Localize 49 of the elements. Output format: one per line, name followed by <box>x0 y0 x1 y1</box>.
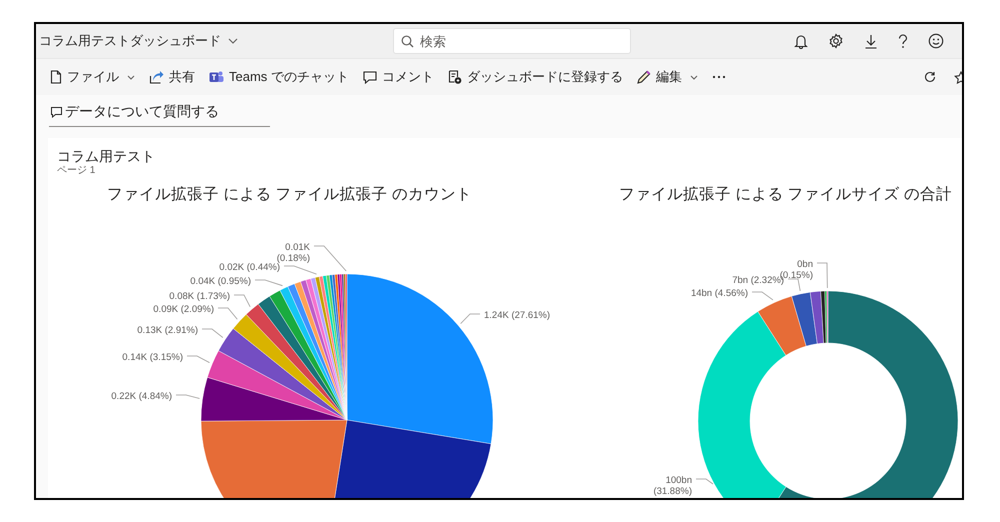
leader-line <box>234 294 251 307</box>
toolbar-button[interactable]: 共有 <box>143 67 201 87</box>
leader-line <box>254 279 283 286</box>
comment-icon <box>50 106 63 118</box>
dashboard-name[interactable]: コラム用テストダッシュボード <box>39 31 221 51</box>
pin-icon <box>448 70 462 84</box>
leader-line <box>176 394 200 399</box>
search-field[interactable]: 検索 <box>393 28 631 54</box>
toolbar-button[interactable]: コメント <box>356 67 440 87</box>
pencil-icon <box>636 70 651 84</box>
data-label: 0.04K (0.95%) <box>190 276 251 287</box>
data-label: 0.01K (0.18%) <box>276 242 310 264</box>
chart-title: ファイル拡張子 による ファイル拡張子 のカウント <box>106 184 473 205</box>
leader-line <box>218 307 238 320</box>
data-label: 0.02K (0.44%) <box>219 262 280 273</box>
question-field[interactable]: データについて質問する <box>49 101 270 127</box>
page-label: ページ 1 <box>57 164 96 176</box>
bell-icon[interactable] <box>794 34 808 48</box>
data-label: 0.14K (3.15%) <box>122 352 183 363</box>
data-label: 0.09K (2.09%) <box>153 304 214 315</box>
leader-line <box>696 478 714 484</box>
chevron-down-icon[interactable] <box>228 38 238 44</box>
leader-line <box>752 291 774 300</box>
report-title: コラム用テスト <box>57 148 156 165</box>
data-label: 1.24K (27.61%) <box>484 310 550 321</box>
leader-line <box>816 262 828 288</box>
data-label: 14bn (4.56%) <box>690 288 748 299</box>
team-icon <box>209 70 224 84</box>
chart-title: ファイル拡張子 による ファイルサイズ の合計 <box>618 184 953 205</box>
help-icon[interactable] <box>898 34 908 48</box>
comment-icon <box>362 70 377 84</box>
file-icon <box>50 70 62 84</box>
share-icon <box>149 70 164 84</box>
toolbar-button[interactable]: 編集 <box>630 67 704 87</box>
toolbar-button[interactable]: ダッシュボードに登録する <box>442 67 629 87</box>
data-label: 0.13K (2.91%) <box>137 324 198 336</box>
toolbar-button[interactable]: Teams でのチャット <box>203 67 355 87</box>
refresh-icon[interactable] <box>924 71 936 83</box>
data-label: 0.08K (1.73%) <box>169 290 230 302</box>
settings-icon[interactable] <box>828 33 844 49</box>
data-label: 0.22K (4.84%) <box>111 390 172 402</box>
data-label: 100bn (31.88%) <box>653 474 692 497</box>
download-icon[interactable] <box>864 34 878 48</box>
leader-line <box>788 278 801 292</box>
leader-line <box>460 313 480 324</box>
leader-line <box>186 355 210 363</box>
smiley-icon[interactable] <box>928 33 944 49</box>
leader-line <box>202 328 224 338</box>
toolbar-button[interactable]: ファイル <box>44 67 141 87</box>
